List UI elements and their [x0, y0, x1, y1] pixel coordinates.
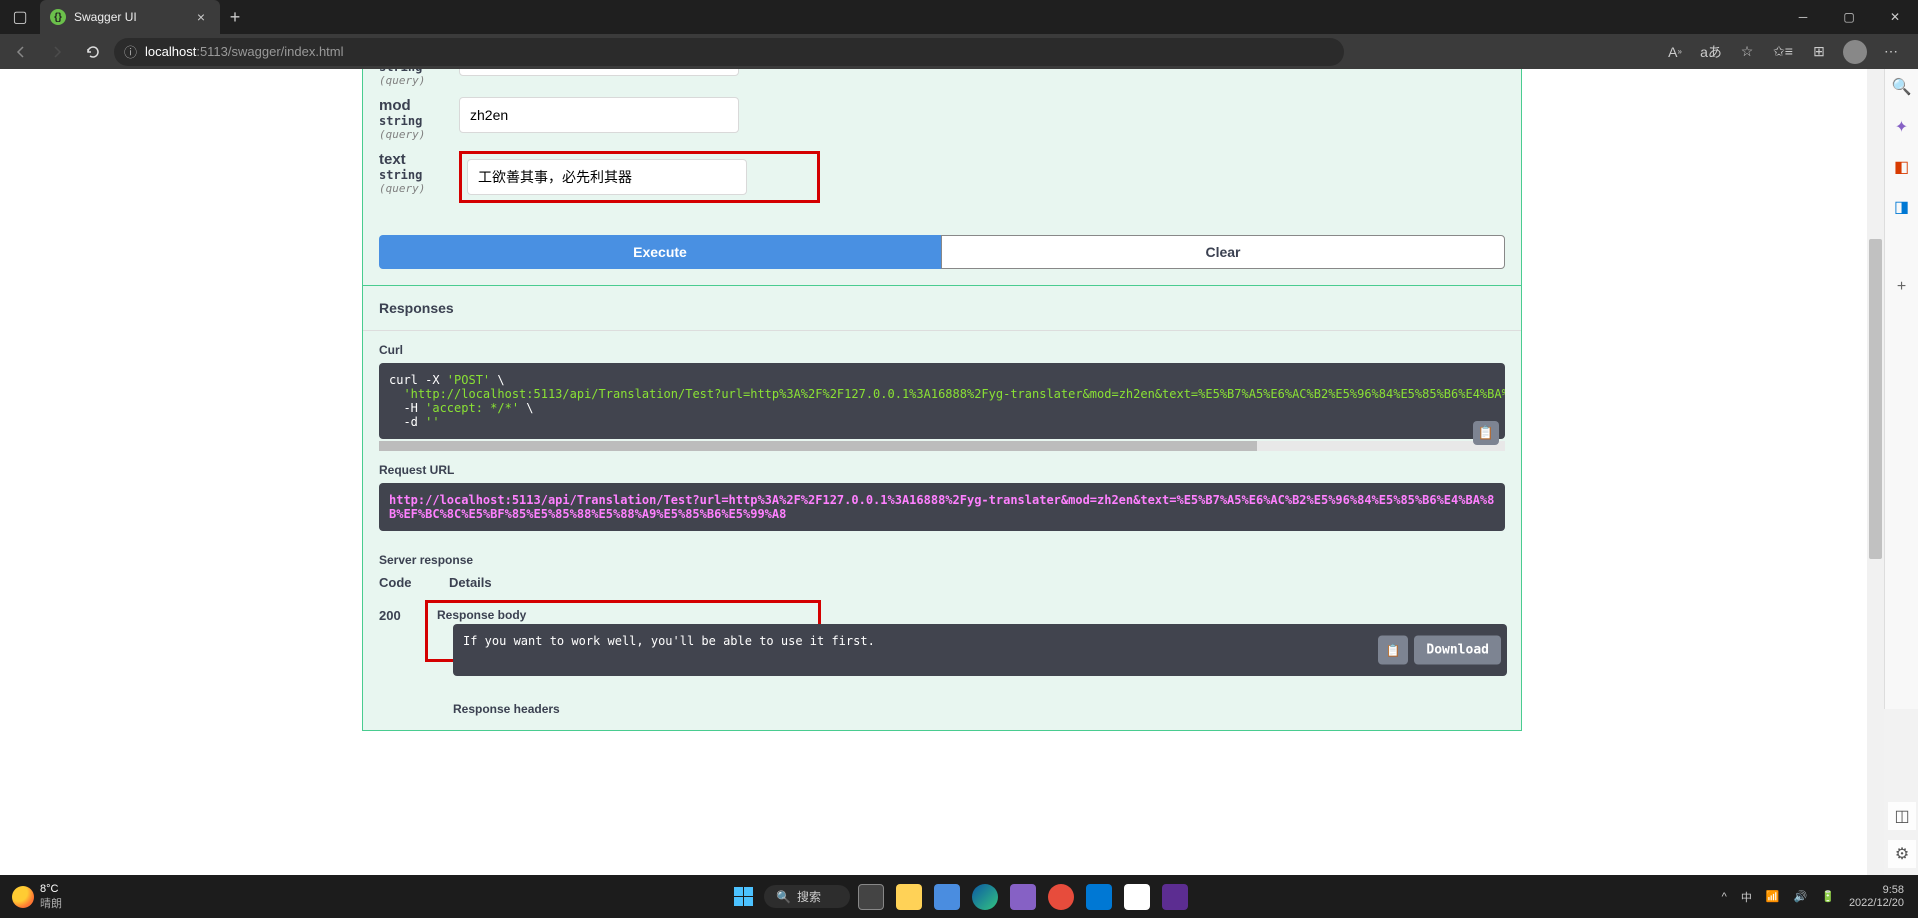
app-icon-2[interactable]: [1120, 880, 1154, 914]
execute-button[interactable]: Execute: [379, 235, 941, 269]
read-aloud-icon[interactable]: A»: [1660, 37, 1690, 67]
curl-code-block[interactable]: curl -X 'POST' \ 'http://localhost:5113/…: [379, 363, 1505, 439]
volume-icon[interactable]: 🔊: [1794, 890, 1808, 903]
task-view-button[interactable]: [854, 880, 888, 914]
wifi-icon[interactable]: 📶: [1766, 890, 1780, 903]
weather-condition: 晴朗: [40, 895, 62, 911]
responses-header: Responses: [363, 285, 1521, 331]
sidebar-search-icon[interactable]: 🔍: [1892, 77, 1912, 97]
response-body-block[interactable]: If you want to work well, you'll be able…: [453, 624, 1507, 676]
weather-icon: [12, 886, 34, 908]
sidebar-add-icon[interactable]: +: [1892, 277, 1912, 297]
url-text: localhost:5113/swagger/index.html: [145, 44, 344, 59]
address-bar: ⓘ localhost:5113/swagger/index.html A» a…: [0, 34, 1918, 69]
weather-widget[interactable]: 8°C 晴朗: [0, 883, 62, 911]
forward-button: [42, 37, 72, 67]
settings-gear-icon[interactable]: ⚙: [1888, 840, 1916, 868]
microsoft-store-icon[interactable]: [930, 880, 964, 914]
details-header: Details: [449, 575, 1505, 590]
clear-button[interactable]: Clear: [941, 235, 1505, 269]
close-tab-icon[interactable]: ×: [192, 9, 210, 25]
sidebar-office-icon[interactable]: ◧: [1892, 157, 1912, 177]
start-button[interactable]: [726, 880, 760, 914]
highlighted-input-box: [459, 151, 820, 203]
search-icon: 🔍: [776, 890, 791, 904]
swagger-favicon-icon: {}: [50, 9, 66, 25]
param-input-mod[interactable]: [459, 97, 739, 133]
tab-title: Swagger UI: [74, 10, 184, 24]
page-scrollbar[interactable]: [1867, 69, 1884, 875]
curl-label: Curl: [379, 343, 1505, 357]
param-input-0[interactable]: [459, 69, 739, 76]
taskbar: 8°C 晴朗 🔍 搜索 ^ 中 📶 🔊 🔋 9:58 2022/12/20: [0, 875, 1918, 918]
ime-indicator[interactable]: 中: [1741, 889, 1752, 905]
edge-bottom-actions: ◫ ⚙: [1888, 802, 1916, 868]
clock[interactable]: 9:58 2022/12/20: [1849, 884, 1904, 910]
server-response-label: Server response: [363, 543, 1521, 575]
app-icon-1[interactable]: [1044, 880, 1078, 914]
refresh-button[interactable]: [78, 37, 108, 67]
time-text: 9:58: [1849, 884, 1904, 897]
search-label: 搜索: [797, 888, 821, 905]
sidebar-outlook-icon[interactable]: ◨: [1892, 197, 1912, 217]
translate-icon[interactable]: aあ: [1696, 37, 1726, 67]
param-input-text[interactable]: [467, 159, 747, 195]
terminal-icon[interactable]: [1158, 880, 1192, 914]
battery-icon[interactable]: 🔋: [1821, 890, 1835, 903]
sidebar-copilot-icon[interactable]: ✦: [1892, 117, 1912, 137]
site-info-icon[interactable]: ⓘ: [124, 42, 137, 61]
tray-chevron-icon[interactable]: ^: [1722, 891, 1727, 903]
collections-icon[interactable]: ⊞: [1804, 37, 1834, 67]
window-close-icon[interactable]: ✕: [1872, 0, 1918, 34]
file-explorer-icon[interactable]: [892, 880, 926, 914]
edge-sidebar: 🔍 ✦ ◧ ◨ +: [1884, 69, 1918, 709]
tab-scroll-button[interactable]: ▢: [0, 0, 40, 34]
page-content: string (query) mod string (query): [0, 69, 1884, 875]
titlebar: ▢ {} Swagger UI × + ─ ▢ ✕: [0, 0, 1918, 34]
curl-scrollbar[interactable]: [379, 441, 1505, 451]
vscode-icon[interactable]: [1082, 880, 1116, 914]
taskbar-search[interactable]: 🔍 搜索: [764, 885, 850, 908]
response-headers-label: Response headers: [449, 702, 1505, 716]
favorite-star-icon[interactable]: ☆: [1732, 37, 1762, 67]
window-maximize-icon[interactable]: ▢: [1826, 0, 1872, 34]
more-menu-icon[interactable]: ⋯: [1876, 37, 1906, 67]
param-name-col: mod string (query): [379, 97, 459, 141]
copy-curl-button[interactable]: 📋: [1473, 421, 1499, 445]
code-header: Code: [379, 575, 449, 590]
profile-avatar[interactable]: [1840, 37, 1870, 67]
weather-temp: 8°C: [40, 883, 62, 895]
copy-response-button[interactable]: 📋: [1378, 636, 1408, 665]
new-tab-button[interactable]: +: [220, 7, 250, 28]
visual-studio-icon[interactable]: [1006, 880, 1040, 914]
date-text: 2022/12/20: [1849, 897, 1904, 910]
edge-browser-icon[interactable]: [968, 880, 1002, 914]
swagger-operation-block: string (query) mod string (query): [362, 69, 1522, 731]
download-button[interactable]: Download: [1414, 636, 1501, 665]
browser-tab[interactable]: {} Swagger UI ×: [40, 0, 220, 34]
back-button[interactable]: [6, 37, 36, 67]
param-name-col: string (query): [379, 69, 459, 87]
request-url-label: Request URL: [379, 463, 1505, 477]
favorites-icon[interactable]: ✩≡: [1768, 37, 1798, 67]
param-name-col: text string (query): [379, 151, 459, 195]
url-input[interactable]: ⓘ localhost:5113/swagger/index.html: [114, 38, 1344, 66]
request-url-block[interactable]: http://localhost:5113/api/Translation/Te…: [379, 483, 1505, 531]
response-body-label: Response body: [433, 608, 813, 622]
window-minimize-icon[interactable]: ─: [1780, 0, 1826, 34]
windows-logo-icon: [734, 887, 753, 906]
split-screen-icon[interactable]: ◫: [1888, 802, 1916, 830]
